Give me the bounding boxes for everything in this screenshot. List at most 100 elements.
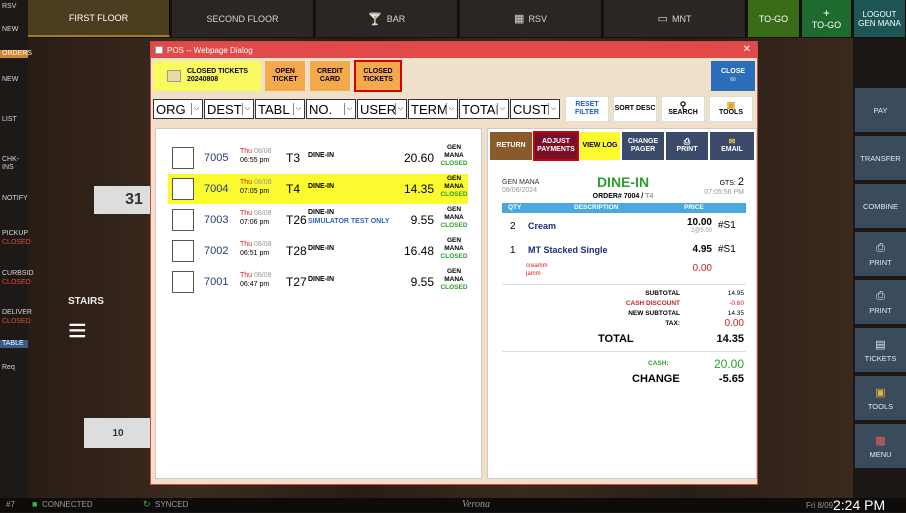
new-subtotal-label: NEW SUBTOTAL	[628, 310, 680, 317]
subtotal-label: SUBTOTAL	[645, 290, 680, 297]
row-checkbox[interactable]	[172, 178, 194, 200]
ticket-type: DINE-IN	[308, 183, 335, 190]
logout-user: GEN MANA	[858, 18, 901, 28]
discount-value: -0.60	[729, 300, 744, 307]
search-button[interactable]: ⚲ SEARCH	[661, 96, 705, 122]
close-icon[interactable]: ✕	[743, 44, 751, 55]
chevron-down-icon: ⌵	[548, 103, 558, 115]
print-button-2[interactable]: ⎙ PRINT	[855, 280, 906, 324]
ticket-type: DINE-IN	[308, 276, 335, 283]
app-icon	[155, 46, 163, 54]
filter-tabl[interactable]: TABL ⌵	[255, 99, 305, 119]
sidebar-new[interactable]: NEW	[0, 26, 28, 34]
modifiers-price: 0.00	[692, 263, 712, 274]
plus-icon: +	[822, 6, 830, 20]
sidebar-new-2[interactable]: NEW	[0, 76, 28, 84]
filter-cust-label: CUST	[513, 101, 549, 117]
sidebar-rsv[interactable]: RSV	[0, 3, 28, 11]
filter-cust[interactable]: CUST ⌵	[510, 99, 560, 119]
return-button[interactable]: RETURN	[490, 132, 532, 160]
chevron-down-icon: ⌵	[242, 103, 252, 115]
filter-term[interactable]: TERM ⌵	[408, 99, 458, 119]
sidebar-chkins[interactable]: CHK-INS	[0, 156, 28, 172]
view-log-button[interactable]: VIEW LOG	[580, 132, 620, 160]
print-ticket-button[interactable]: ⎙ PRINT	[666, 132, 708, 160]
tab-rsv[interactable]: ▦ RSV	[460, 0, 602, 37]
receipt-time: 07:05:56 PM	[704, 189, 744, 196]
terminal-number: #7	[6, 500, 15, 509]
ticket-day: Thu	[240, 179, 253, 186]
ticket-row-7005[interactable]: 7005 Thu 08/08 06:55 pm T3 DINE-IN 20.60 …	[168, 143, 468, 173]
close-button[interactable]: CLOSE 60	[711, 61, 755, 91]
col-qty: QTY	[508, 204, 522, 211]
receipt-divider	[502, 284, 746, 285]
ticket-row-7001[interactable]: 7001 Thu 08/08 06:47 pm T27 DINE-IN 9.55 …	[168, 267, 468, 297]
receipt-item[interactable]: 2 Cream 10.00 2@5.00 #S1	[502, 215, 746, 237]
filter-no-label: NO.	[309, 101, 333, 117]
tab-first-floor[interactable]: FIRST FLOOR	[28, 0, 170, 37]
ticket-user-2: MANA	[444, 214, 464, 221]
ticket-user: GEN	[446, 268, 462, 275]
tools-dialog-button[interactable]: ▣ TOOLS	[709, 96, 753, 122]
receipt-item[interactable]: 1 MT Stacked Single 4.95 #S1	[502, 241, 746, 263]
tab-mnt[interactable]: ▭ MNT	[604, 0, 746, 37]
item-seat: #S1	[718, 220, 736, 231]
sidebar-orders[interactable]: ORDERS	[0, 50, 32, 58]
change-pager-button[interactable]: CHANGE PAGER	[622, 132, 664, 160]
ticket-table: T26	[286, 213, 307, 227]
row-checkbox[interactable]	[172, 147, 194, 169]
filter-dest[interactable]: DEST ⌵	[204, 99, 254, 119]
pay-button[interactable]: PAY	[855, 88, 906, 132]
sidebar-deliver[interactable]: DELIVER	[0, 309, 32, 317]
closed-tickets-header: CLOSED TICKETS 20240808	[153, 61, 261, 91]
filter-total[interactable]: TOTAI ⌵	[459, 99, 509, 119]
gts-value: 2	[737, 176, 744, 188]
to-go-button[interactable]: TO-GO	[748, 0, 800, 37]
ticket-day: Thu	[240, 210, 253, 217]
tab-closed-tickets[interactable]: CLOSED TICKETS	[354, 60, 402, 92]
ticket-note: SIMULATOR TEST ONLY	[308, 218, 390, 225]
filter-org[interactable]: ORG ⌵	[153, 99, 203, 119]
ticket-day: Thu	[240, 272, 253, 279]
sidebar-list[interactable]: LIST	[0, 116, 28, 124]
ticket-type: DINE-IN	[308, 245, 335, 252]
menu-button[interactable]: ▩ MENU	[855, 424, 906, 468]
row-checkbox[interactable]	[172, 209, 194, 231]
print-button[interactable]: ⎙ PRINT	[855, 232, 906, 276]
ticket-detail: RETURN ADJUST PAYMENTS VIEW LOG CHANGE P…	[487, 128, 757, 479]
logout-button[interactable]: LOGOUT GEN MANA	[854, 0, 906, 37]
tickets-button[interactable]: ▤ TICKETS	[855, 328, 906, 372]
ticket-time: 07:06 pm	[240, 219, 270, 226]
adjust-payments-button[interactable]: ADJUST PAYMENTS	[533, 131, 579, 161]
sidebar-table[interactable]: TABLE	[0, 340, 28, 348]
adjust-payments-label: ADJUST PAYMENTS	[537, 138, 575, 153]
receipt-order-table: T4	[645, 193, 654, 200]
ticket-row-7003[interactable]: 7003 Thu 08/08 07:06 pm T26 DINE-IN SIMULA…	[168, 205, 468, 235]
tab-credit-card[interactable]: CREDIT CARD	[310, 61, 350, 91]
table-10[interactable]: 10	[84, 418, 152, 448]
filter-no[interactable]: NO. ⌵	[306, 99, 356, 119]
email-button[interactable]: ✉ EMAIL	[710, 132, 754, 160]
sidebar-req[interactable]: Req	[0, 364, 28, 372]
filter-user[interactable]: USER ⌵	[357, 99, 407, 119]
ticket-row-7004[interactable]: 7004 Thu 08/08 07:05 pm T4 DINE-IN 14.35 …	[168, 174, 468, 204]
tools-button[interactable]: ▣ TOOLS	[855, 376, 906, 420]
row-checkbox[interactable]	[172, 240, 194, 262]
ticket-number: 7005	[204, 152, 229, 164]
reset-filter-button[interactable]: RESET FILTER	[565, 96, 609, 122]
sort-desc-button[interactable]: SORT DESC	[613, 96, 657, 122]
sidebar-curbside[interactable]: CURBSID	[0, 270, 34, 278]
add-to-go-button[interactable]: + TO-GO	[802, 0, 852, 37]
tab-second-floor[interactable]: SECOND FLOOR	[172, 0, 314, 37]
left-sidebar: RSV NEW ORDERS NEW LIST CHK-INS NOTIFY P…	[0, 0, 34, 498]
tab-open-ticket[interactable]: OPEN TICKET	[265, 61, 305, 91]
sidebar-pickup[interactable]: PICKUP	[0, 230, 28, 238]
transfer-button[interactable]: TRANSFER	[855, 136, 906, 180]
combine-button[interactable]: COMBINE	[855, 184, 906, 228]
ticket-amount: 20.60	[404, 151, 435, 165]
sidebar-notify[interactable]: NOTIFY	[0, 195, 28, 203]
ticket-status: CLOSED	[440, 222, 468, 229]
ticket-row-7002[interactable]: 7002 Thu 08/08 06:51 pm T28 DINE-IN 16.48…	[168, 236, 468, 266]
tab-bar[interactable]: 🍸 BAR	[316, 0, 458, 37]
row-checkbox[interactable]	[172, 271, 194, 293]
